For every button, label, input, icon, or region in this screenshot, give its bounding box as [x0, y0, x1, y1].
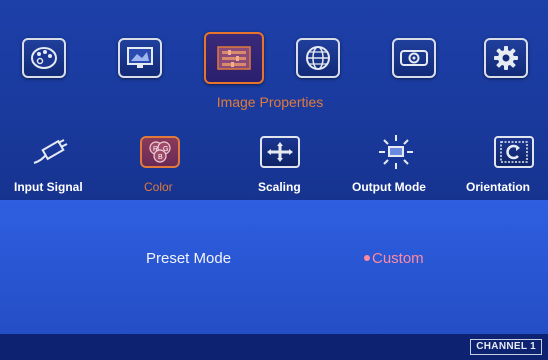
globe-icon[interactable]	[296, 38, 340, 78]
sub-menu-label-output-mode[interactable]: Output Mode	[352, 180, 426, 194]
sub-menu-label-orientation[interactable]: Orientation	[466, 180, 530, 194]
projector-icon[interactable]	[392, 38, 436, 78]
preset-mode-value-text: Custom	[372, 250, 424, 267]
content-panel	[0, 200, 548, 334]
preset-mode-label: Preset Mode	[146, 250, 232, 267]
sub-menu-label-color[interactable]: Color	[144, 180, 173, 194]
svg-text:B: B	[158, 154, 163, 161]
selected-dot-icon	[364, 255, 370, 262]
scaling-arrows-icon[interactable]	[260, 136, 300, 168]
preset-mode-value[interactable]: Custom	[364, 250, 424, 267]
svg-text:R: R	[153, 146, 158, 153]
monitor-icon[interactable]	[118, 38, 162, 78]
selected-menu-title: Image Properties	[216, 94, 324, 110]
palette-icon[interactable]	[22, 38, 66, 78]
gear-icon[interactable]	[484, 38, 528, 78]
sub-menu-label-scaling[interactable]: Scaling	[258, 180, 301, 194]
output-display-icon[interactable]	[376, 135, 416, 169]
rotate-frame-icon[interactable]	[494, 136, 534, 168]
channel-badge: CHANNEL 1	[470, 339, 542, 355]
rgb-circles-icon[interactable]: R G B	[140, 136, 180, 168]
image-properties-icon[interactable]	[204, 32, 264, 84]
svg-text:G: G	[163, 146, 168, 153]
status-bar	[0, 334, 548, 360]
cable-plug-icon[interactable]	[30, 136, 70, 168]
sub-menu-label-input-signal[interactable]: Input Signal	[14, 180, 83, 194]
